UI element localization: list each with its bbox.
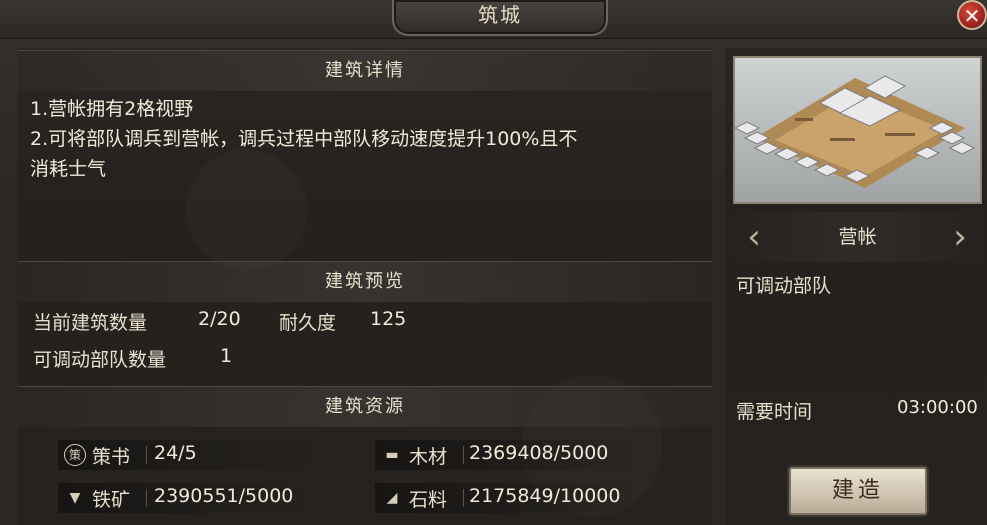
details-header: 建筑详情 (18, 50, 712, 91)
build-button[interactable]: 建造 (789, 467, 927, 515)
building-description: 1.营帐拥有2格视野 2.可将部队调兵到营帐，调兵过程中部队移动速度提升100%… (30, 94, 710, 184)
description-line: 1.营帐拥有2格视野 (30, 98, 194, 120)
resource-divider (146, 446, 147, 464)
description-line: 2.可将部队调兵到营帐，调兵过程中部队移动速度提升100%且不 (30, 128, 578, 150)
resource-divider (463, 489, 464, 507)
resource-row-book: 策 策书 24/5 (58, 440, 316, 470)
troops-label: 可调动部队数量 (33, 349, 167, 371)
resource-label: 石料 (409, 489, 448, 511)
preview-header: 建筑预览 (18, 261, 712, 302)
building-selector: ‹ 营帐 › (733, 212, 982, 262)
resource-value: 2175849/10000 (469, 485, 621, 507)
camp-illustration (735, 75, 976, 188)
building-name: 营帐 (838, 226, 877, 248)
resources-header: 建筑资源 (18, 386, 712, 427)
book-seal-icon: 策 (64, 444, 86, 466)
resource-label: 策书 (92, 446, 131, 468)
troops-value: 1 (220, 345, 233, 367)
building-thumbnail (733, 56, 982, 204)
building-ability: 可调动部队 (736, 275, 832, 297)
close-icon: ✕ (963, 4, 981, 28)
time-value: 03:00:00 (897, 397, 978, 418)
time-label: 需要时间 (736, 401, 813, 423)
window-title: 筑城 (392, 0, 608, 36)
durability-value: 125 (370, 308, 407, 330)
anvil-icon: ▼ (69, 490, 81, 506)
resource-divider (463, 446, 464, 464)
wood-icon: ▬ (385, 447, 399, 463)
resource-divider (146, 489, 147, 507)
current-count-label: 当前建筑数量 (33, 312, 148, 334)
resource-label: 铁矿 (92, 489, 131, 511)
resource-row-stone: ◢ 石料 2175849/10000 (375, 483, 633, 513)
resource-label: 木材 (409, 446, 448, 468)
current-count-value: 2/20 (198, 308, 241, 330)
stone-icon: ◢ (386, 490, 398, 506)
resource-value: 2369408/5000 (469, 442, 609, 464)
resource-value: 24/5 (154, 442, 197, 464)
next-building-button[interactable]: › (947, 220, 973, 254)
resource-row-iron: ▼ 铁矿 2390551/5000 (58, 483, 316, 513)
resource-value: 2390551/5000 (154, 485, 294, 507)
resource-row-wood: ▬ 木材 2369408/5000 (375, 440, 633, 470)
close-button[interactable]: ✕ (957, 0, 987, 30)
description-line: 消耗士气 (30, 158, 107, 180)
durability-label: 耐久度 (279, 312, 337, 334)
